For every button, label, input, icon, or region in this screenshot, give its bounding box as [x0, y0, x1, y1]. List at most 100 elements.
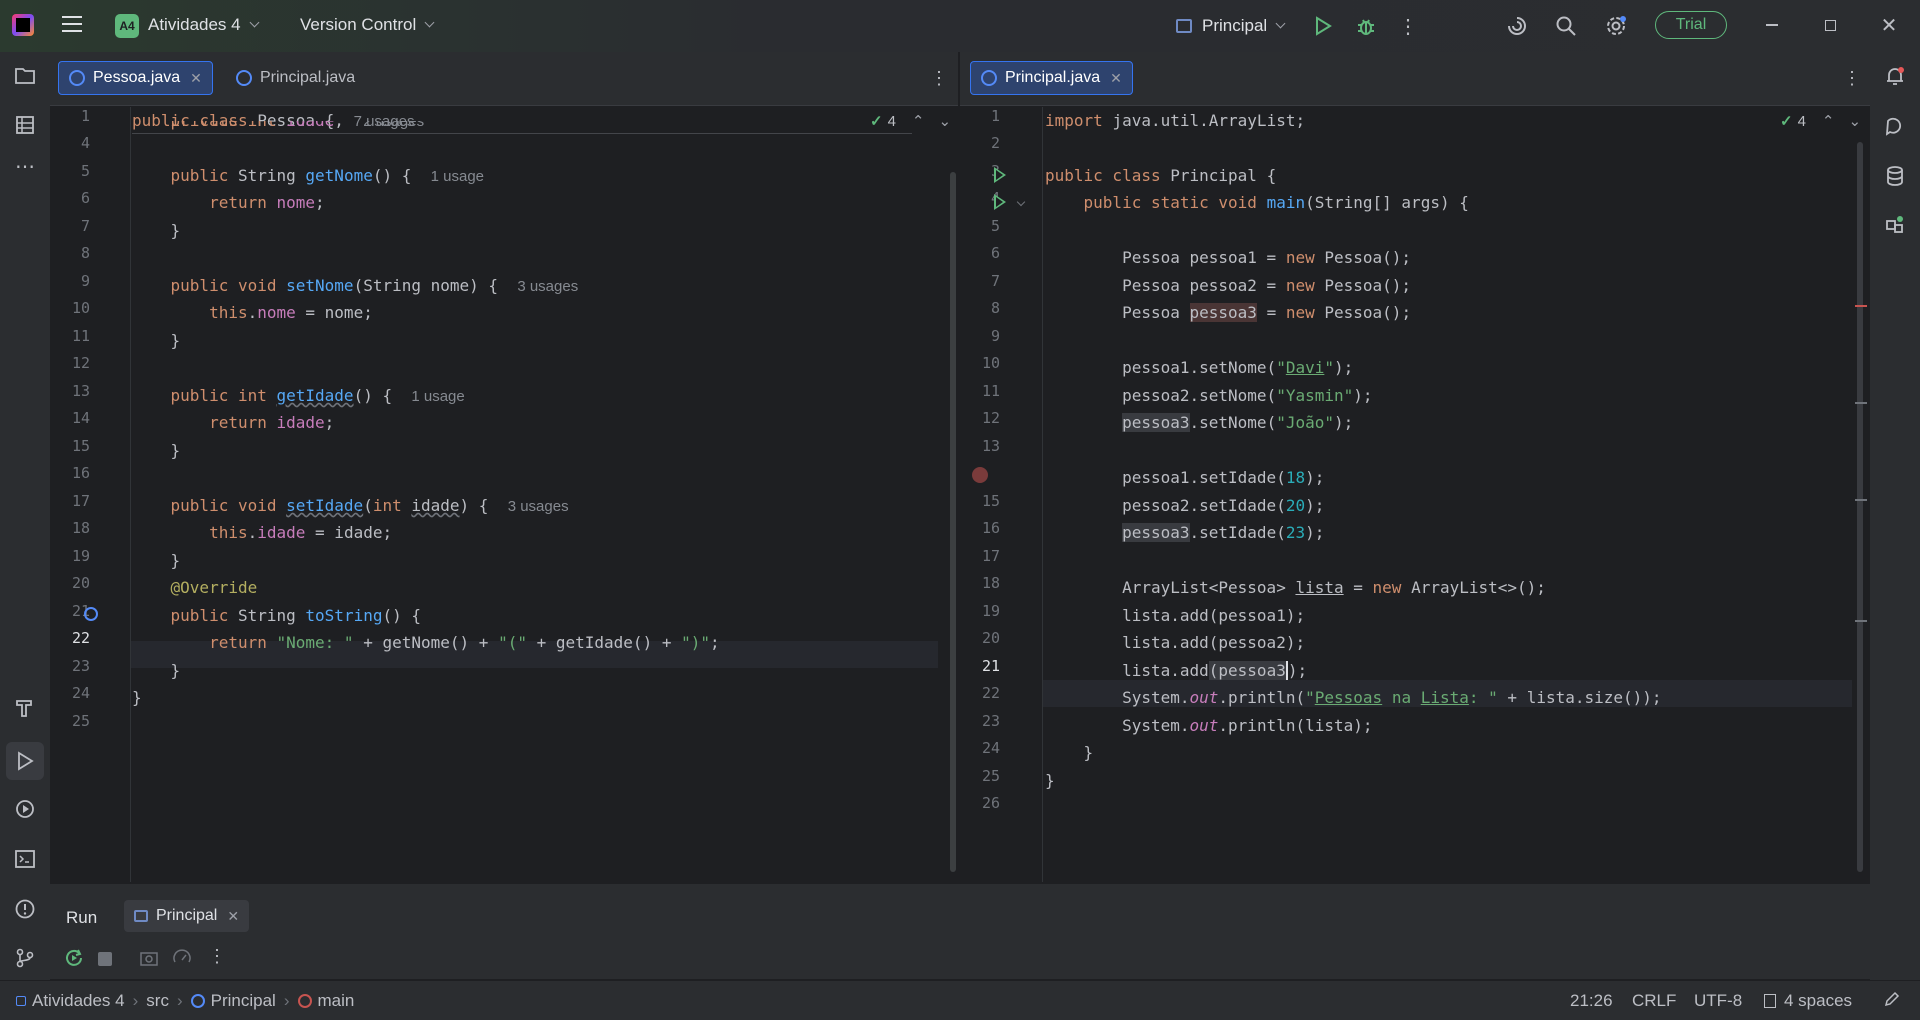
stripe-marker[interactable] — [1855, 620, 1867, 622]
version-control-menu[interactable]: Version Control — [300, 15, 435, 35]
minimize-icon[interactable] — [1762, 14, 1782, 36]
tab-principal-java[interactable]: Principal.java ✕ — [970, 61, 1133, 95]
indent-settings[interactable]: 4 spaces — [1764, 991, 1852, 1011]
line-number: 5 — [80, 162, 90, 180]
more-actions-icon[interactable]: ⋮ — [1398, 14, 1418, 38]
profiler-button[interactable] — [172, 948, 192, 968]
breakpoint-icon[interactable] — [972, 467, 988, 483]
rerun-button[interactable] — [64, 948, 84, 968]
run-config-icon — [134, 910, 148, 922]
close-tab-icon[interactable]: ✕ — [1110, 70, 1122, 87]
screenshot-button[interactable] — [140, 950, 158, 966]
project-selector[interactable]: Atividades 4 — [148, 15, 260, 35]
notifications-button[interactable] — [1883, 64, 1907, 88]
editor-options-icon[interactable]: ⋮ — [1843, 68, 1861, 89]
code-line: public class Principal { — [1045, 166, 1277, 185]
usages-hint[interactable]: 3 usages — [508, 498, 569, 515]
breadcrumb-method[interactable]: main — [318, 991, 355, 1011]
stripe-marker[interactable] — [1855, 499, 1867, 501]
run-gutter-icon[interactable] — [994, 194, 1006, 210]
terminal-tool-button[interactable] — [13, 847, 37, 871]
main-menu-icon[interactable] — [62, 16, 82, 32]
breadcrumb-src[interactable]: src — [146, 991, 169, 1011]
editor-options-icon[interactable]: ⋮ — [930, 68, 948, 89]
run-button[interactable] — [1312, 15, 1334, 37]
usages-hint[interactable]: 1 usage — [411, 388, 464, 405]
line-number: 8 — [990, 299, 1000, 317]
method-icon — [297, 994, 312, 1008]
tab-principal-java[interactable]: Principal.java — [226, 61, 365, 95]
error-stripe-marker[interactable] — [1855, 305, 1867, 307]
problems-tool-button[interactable] — [13, 897, 37, 921]
class-icon — [981, 70, 997, 86]
code-line: System.out.println("Pessoas na Lista: " … — [1045, 688, 1662, 707]
search-button[interactable] — [1554, 14, 1578, 38]
structure-tool-button[interactable] — [13, 113, 37, 137]
code-line: pessoa3.setIdade(23); — [1122, 523, 1325, 542]
usages-hint[interactable]: 1 usage — [431, 168, 484, 185]
camera-icon — [140, 952, 158, 966]
tab-pessoa-java[interactable]: Pessoa.java ✕ — [58, 61, 213, 95]
project-tool-button[interactable] — [13, 64, 37, 88]
warning-circle-icon — [15, 899, 35, 919]
line-number: 1 — [80, 107, 90, 125]
fold-chevron-icon[interactable] — [1016, 197, 1026, 207]
line-number: 5 — [990, 217, 1000, 235]
line-number: 17 — [71, 492, 90, 510]
line-number: 13 — [71, 382, 90, 400]
plugin-button[interactable] — [1883, 212, 1907, 236]
line-number: 14 — [71, 409, 90, 427]
usages-hint[interactable]: 3 usages — [517, 278, 578, 295]
debug-button[interactable] — [1354, 14, 1378, 38]
stop-icon[interactable] — [98, 952, 112, 966]
code-line: public void setIdade(int idade) { 3 usag… — [170, 496, 569, 515]
restore-icon[interactable] — [1820, 14, 1840, 36]
close-tab-icon[interactable]: ✕ — [190, 70, 202, 87]
trial-button[interactable]: Trial — [1655, 11, 1727, 39]
vertical-scrollbar[interactable] — [1857, 142, 1863, 872]
code-line: this.nome = nome; — [209, 303, 373, 322]
line-number: 24 — [981, 739, 1000, 757]
services-tool-button[interactable] — [13, 797, 37, 821]
more-options-icon[interactable]: ⋮ — [208, 946, 226, 967]
gear-icon — [1607, 16, 1626, 35]
breadcrumb-project[interactable]: Atividades 4 — [32, 991, 125, 1011]
services-icon — [16, 800, 34, 818]
git-tool-button[interactable] — [13, 946, 37, 970]
vertical-scrollbar[interactable] — [950, 172, 956, 872]
settings-button[interactable] — [1604, 14, 1628, 38]
run-gutter-icon[interactable] — [994, 167, 1006, 183]
build-tool-button[interactable] — [13, 696, 37, 720]
line-number: 18 — [981, 574, 1000, 592]
close-icon[interactable]: ✕ — [1878, 14, 1900, 37]
override-gutter-icon[interactable] — [84, 607, 98, 621]
code-line: pessoa1.setIdade(18); — [1045, 468, 1325, 487]
usages-hint[interactable]: 2 usages — [363, 121, 424, 130]
right-code-area[interactable]: 1 2 3 4 5 6 7 8 9 10 11 12 13 15 16 17 1… — [960, 107, 1860, 882]
line-number: 4 — [80, 134, 90, 152]
search-icon — [1556, 16, 1576, 36]
file-encoding[interactable]: UTF-8 — [1694, 991, 1742, 1011]
bug-icon — [1358, 19, 1374, 35]
run-tab-principal[interactable]: Principal ✕ — [124, 900, 250, 932]
breadcrumb-class[interactable]: Principal — [211, 991, 276, 1011]
line-number: 10 — [981, 354, 1000, 372]
line-separator[interactable]: CRLF — [1632, 991, 1676, 1011]
indent-icon — [1764, 994, 1776, 1008]
run-tool-button[interactable] — [6, 742, 44, 780]
caret-position[interactable]: 21:26 — [1570, 991, 1613, 1011]
left-code-area[interactable]: 1 4 5 6 7 8 9 10 11 12 13 14 15 16 17 18… — [50, 107, 950, 882]
code-line: } — [132, 441, 181, 460]
code-line: pessoa2.setIdade(20); — [1045, 496, 1325, 515]
project-badge[interactable]: A4 — [115, 14, 139, 38]
ai-assistant-button[interactable] — [1505, 14, 1529, 38]
close-tab-icon[interactable]: ✕ — [227, 908, 239, 925]
run-config-selector[interactable]: Principal — [1176, 16, 1286, 36]
read-only-toggle[interactable] — [1884, 991, 1900, 1007]
ide-logo-icon[interactable] — [12, 14, 34, 36]
more-tools-icon[interactable]: ⋯ — [13, 154, 37, 178]
stripe-marker[interactable] — [1855, 402, 1867, 404]
database-button[interactable] — [1883, 164, 1907, 188]
code-line: public void setNome(String nome) { 3 usa… — [170, 276, 579, 295]
ai-chat-button[interactable] — [1883, 114, 1907, 138]
